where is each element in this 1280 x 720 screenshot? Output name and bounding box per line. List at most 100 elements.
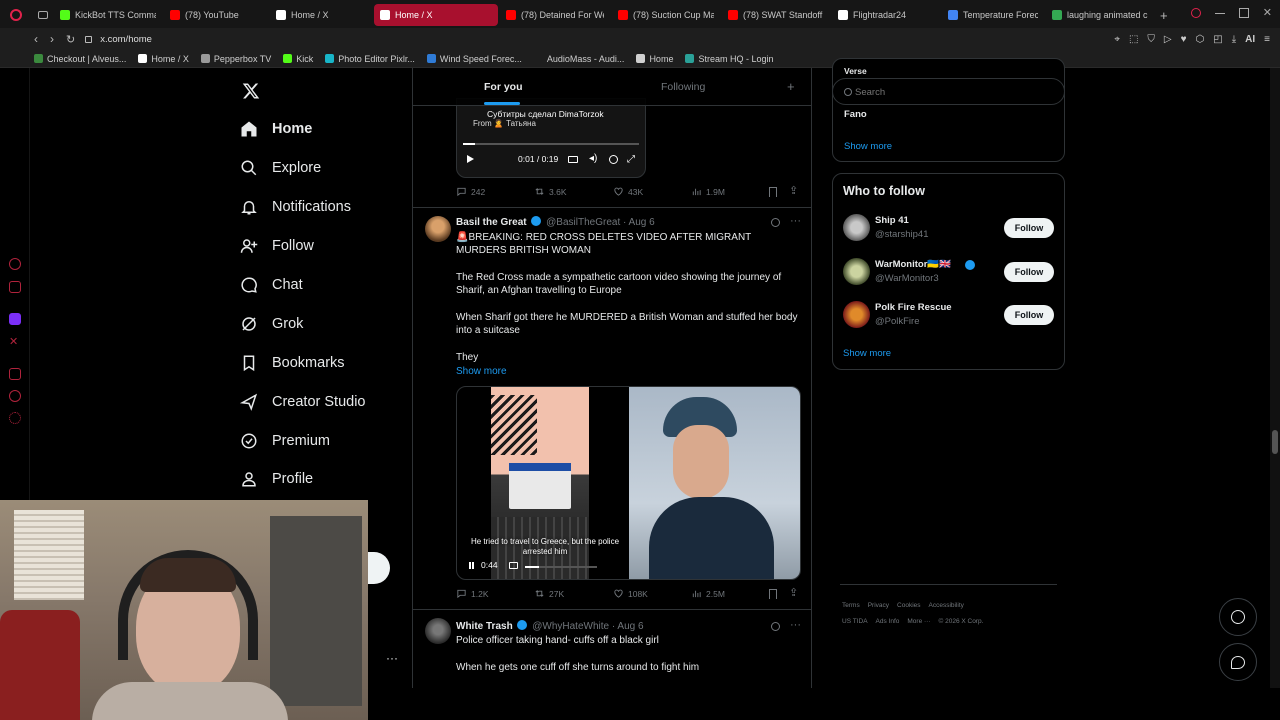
bookmark-item[interactable]: Home [636, 54, 673, 64]
page-scrollbar[interactable] [1270, 68, 1280, 688]
bookmark-item[interactable]: AudioMass - Audi... [533, 54, 624, 64]
menu-icon[interactable]: ≡ [1264, 34, 1270, 45]
reply-button[interactable]: 242 [456, 186, 485, 197]
bookmark-post-icon[interactable] [769, 187, 777, 197]
forward-icon[interactable]: › [50, 32, 54, 46]
author-handle[interactable]: @WhyHateWhite · Aug 6 [532, 621, 643, 632]
nav-item-follow[interactable]: Follow [240, 231, 314, 261]
nav-item-notifications[interactable]: Notifications [240, 192, 351, 222]
trend-top[interactable]: Verse [844, 66, 867, 76]
player-icon[interactable]: ▷ [1164, 34, 1172, 45]
who-to-follow-show-more[interactable]: Show more [843, 348, 891, 359]
extensions-icon[interactable]: ⬡ [1196, 34, 1205, 45]
post-basil[interactable]: Basil the Great @BasilTheGreat · Aug 6 ·… [413, 208, 811, 610]
browser-tab[interactable]: (78) YouTube [164, 4, 268, 26]
sidebar-x-icon[interactable]: ✕ [9, 336, 21, 348]
reply-button[interactable]: 1.2K [456, 588, 489, 599]
footer-link[interactable]: Terms [842, 598, 860, 614]
grok-fab-icon[interactable] [1219, 598, 1257, 636]
sidebar-bot-icon[interactable] [9, 281, 21, 293]
video-progress[interactable] [463, 143, 639, 145]
bookmark-page-icon[interactable]: ⌖ [1114, 34, 1120, 45]
author-name[interactable]: Basil the Great [456, 217, 527, 228]
follow-button[interactable]: Follow [1004, 305, 1054, 325]
video-player[interactable]: Субтитры сделал DimaTorzok From 🙎 Татьян… [456, 98, 646, 178]
opera-menu-icon[interactable] [0, 9, 32, 21]
footer-link[interactable]: © 2026 X Corp. [939, 614, 984, 630]
fullscreen-icon[interactable]: ⤢ [627, 154, 635, 165]
bookmark-item[interactable]: Wind Speed Forec... [426, 54, 522, 64]
x-logo-icon[interactable] [242, 82, 260, 100]
pause-icon[interactable] [469, 562, 474, 569]
bookmark-item[interactable]: Home / X [138, 54, 189, 64]
share-icon[interactable]: ⇪ [789, 184, 798, 197]
maximize-icon[interactable] [1238, 8, 1249, 18]
bookmark-item[interactable]: Photo Editor Pixlr... [325, 54, 415, 64]
video-settings-icon[interactable] [609, 155, 618, 164]
browser-tab[interactable]: KickBot TTS Comman [54, 4, 162, 26]
repost-button[interactable]: 27K [534, 588, 564, 599]
nav-item-explore[interactable]: Explore [240, 153, 321, 183]
more-options-icon[interactable]: ··· [386, 651, 398, 665]
avatar[interactable] [843, 301, 870, 328]
nav-item-bookmarks[interactable]: Bookmarks [240, 348, 345, 378]
avatar[interactable] [843, 214, 870, 241]
sidebar-settings-icon[interactable] [9, 412, 21, 424]
nav-item-creator-studio[interactable]: Creator Studio [240, 387, 366, 417]
browser-tab[interactable]: Home / X [374, 4, 498, 26]
grok-post-icon[interactable] [771, 218, 780, 227]
browser-tab[interactable]: laughing animated cha [1046, 4, 1154, 26]
minimize-icon[interactable] [1214, 13, 1225, 14]
footer-link[interactable]: Privacy [868, 598, 889, 614]
chat-fab-icon[interactable] [1219, 643, 1257, 681]
browser-tab[interactable]: (78) SWAT Standoff E [722, 4, 830, 26]
browser-tab[interactable]: Temperature Forecast [942, 4, 1044, 26]
footer-link[interactable]: More ··· [907, 614, 930, 630]
avatar[interactable] [843, 257, 870, 285]
search-input[interactable] [855, 84, 1055, 100]
suggestion-name[interactable]: Ship 41 [875, 215, 909, 226]
avatar[interactable] [425, 618, 451, 644]
trend-name[interactable]: Fano [844, 109, 867, 120]
search-box[interactable] [832, 78, 1065, 105]
browser-tab[interactable]: (78) Suction Cup Man [612, 4, 720, 26]
post-white-trash[interactable]: White Trash @WhyHateWhite · Aug 6 ··· Po… [413, 610, 811, 688]
ai-button[interactable]: AI [1245, 34, 1255, 45]
repost-button[interactable]: 3.6K [534, 186, 567, 197]
nav-item-grok[interactable]: Grok [240, 309, 303, 339]
close-window-icon[interactable]: ✕ [1263, 8, 1272, 19]
suggestion-name[interactable]: WarMonitor🇺🇦🇬🇧 [875, 259, 951, 270]
sidebar-twitch-icon[interactable] [9, 313, 21, 325]
sidebar-history-icon[interactable] [9, 390, 21, 402]
heart-icon[interactable]: ♥ [1181, 34, 1187, 45]
views-button[interactable]: 2.5M [691, 588, 725, 599]
nav-item-profile[interactable]: Profile [240, 464, 313, 494]
volume-icon[interactable]: ◂) [589, 153, 597, 164]
workspaces-icon[interactable] [32, 11, 54, 19]
bookmark-item[interactable]: Pepperbox TV [200, 54, 271, 64]
media-progress[interactable] [525, 566, 597, 568]
captions-icon[interactable] [568, 156, 578, 163]
footer-link[interactable]: Ads Info [876, 614, 900, 630]
author-name[interactable]: White Trash [456, 621, 513, 632]
follow-button[interactable]: Follow [1004, 261, 1054, 282]
author-handle[interactable]: @BasilTheGreat · Aug 6 [546, 217, 655, 228]
suggestion-name[interactable]: Polk Fire Rescue [875, 302, 952, 313]
sidebar-radar-icon[interactable] [9, 258, 21, 270]
snapshot-icon[interactable]: ⬚ [1129, 34, 1138, 45]
follow-suggestion[interactable]: WarMonitor🇺🇦🇬🇧 @WarMonitor3 Follow [833, 257, 1066, 298]
browser-tab[interactable]: Flightradar24 [832, 4, 940, 26]
url-field[interactable]: x.com/home [100, 34, 152, 45]
like-button[interactable]: 108K [613, 588, 648, 599]
footer-link[interactable]: Accessibility [929, 598, 964, 614]
sidebar-notes-icon[interactable] [9, 368, 21, 380]
tab-following[interactable]: Following [661, 81, 705, 93]
avatar[interactable] [425, 216, 451, 242]
shield-icon[interactable]: ⛉ [1147, 34, 1155, 45]
browser-tab[interactable]: Home / X [270, 4, 372, 26]
bookmark-item[interactable]: Kick [283, 54, 313, 64]
downloads-icon[interactable]: ⤓ [1232, 34, 1236, 45]
like-button[interactable]: 43K [613, 186, 643, 197]
new-tab-button[interactable]: + [1160, 8, 1168, 23]
follow-suggestion[interactable]: Polk Fire Rescue @PolkFire Follow [833, 301, 1066, 341]
